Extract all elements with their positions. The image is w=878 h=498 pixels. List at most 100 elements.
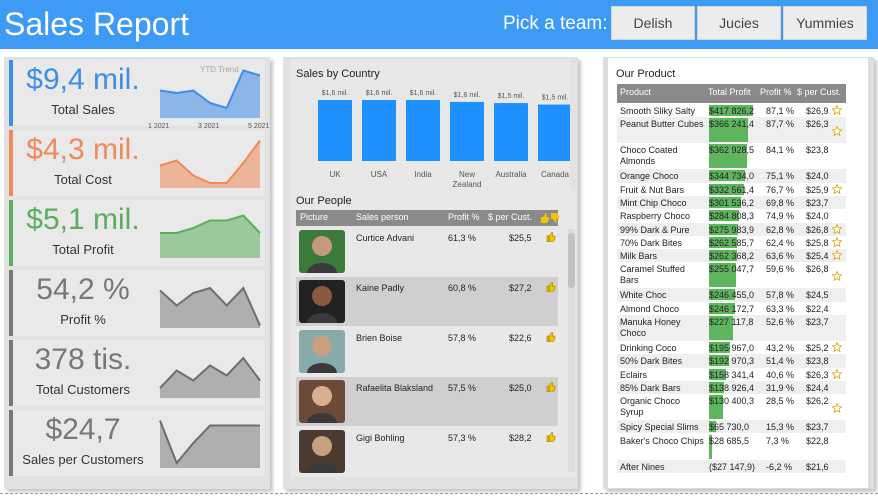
- product-name: After Nines: [620, 461, 665, 472]
- person-profit-pct: 57,3 %: [448, 433, 477, 443]
- product-row[interactable]: White Choc $246 455,0 57,8 % $24,5: [617, 288, 846, 302]
- col-total-profit[interactable]: Total Profit: [708, 87, 751, 97]
- product-total-profit: $138 926,4: [709, 382, 755, 393]
- product-row[interactable]: Peanut Butter Cubes $366 241,4 87,7 % $26,3: [617, 117, 846, 144]
- kpi-value: 54,2 %: [36, 273, 130, 306]
- product-profit-pct: 63,6 %: [766, 251, 795, 262]
- col-product[interactable]: Product: [620, 87, 651, 97]
- product-row[interactable]: Orange Choco $344 734,0 75,1 % $24,0: [617, 169, 846, 183]
- star-icon: [832, 403, 842, 414]
- person-row[interactable]: Brien Boise 57,8 % $22,6: [296, 327, 558, 376]
- star-icon: [832, 223, 842, 234]
- person-photo: [299, 380, 345, 423]
- col-per-cust[interactable]: $ per Cust.: [488, 212, 532, 222]
- kpi-card: $5,1 mil. Total Profit: [9, 200, 265, 266]
- product-row[interactable]: Eclairs $158 341,4 40,6 % $26,3: [617, 367, 846, 381]
- product-per-cust: $26,8: [806, 224, 829, 235]
- product-name: Peanut Butter Cubes: [620, 119, 704, 130]
- col-product-profit-pct[interactable]: Profit %: [760, 87, 792, 97]
- country-bar[interactable]: [318, 100, 352, 161]
- person-row[interactable]: Kaine Padly 60,8 % $27,2: [296, 277, 558, 326]
- col-profit-pct[interactable]: Profit %: [448, 212, 480, 222]
- product-row[interactable]: Almond Choco $246 172,7 63,3 % $22,4: [617, 301, 846, 315]
- product-profit-pct: 51,4 %: [766, 356, 795, 367]
- country-category-label: Zealand: [453, 180, 482, 189]
- kpi-trend-sparkline: [159, 356, 261, 398]
- person-name: Rafaelita Blaksland: [356, 383, 434, 393]
- product-row[interactable]: Milk Bars $262 368,2 63,6 % $25,4: [617, 249, 846, 263]
- kpi-value: $24,7: [45, 413, 121, 446]
- product-total-profit: $284 808,3: [709, 211, 755, 222]
- product-total-profit: $262 368,2: [709, 251, 755, 262]
- product-name: Choco Coated Almonds: [620, 145, 678, 167]
- product-row[interactable]: Organic Choco Syrup $130 400,3 28,5 % $26,2: [617, 394, 846, 421]
- kpi-label: Profit %: [60, 312, 106, 327]
- person-row[interactable]: Gigi Bohling 57,3 % $28,2: [296, 427, 558, 476]
- product-profit-pct: 62,8 %: [766, 224, 795, 235]
- team-button-delish[interactable]: Delish: [611, 6, 695, 40]
- pick-team-label: Pick a team:: [503, 13, 608, 34]
- col-picture[interactable]: Picture: [300, 212, 328, 222]
- product-name: Organic Choco Syrup: [620, 396, 681, 418]
- person-profit-pct: 57,8 %: [448, 333, 477, 343]
- person-row[interactable]: Curtice Advani 61,3 % $25,5: [296, 227, 558, 276]
- country-bar-value-label: $1,5 mil.: [542, 95, 569, 102]
- product-row[interactable]: Mint Chip Choco $301 536,2 69,8 % $23,7: [617, 195, 846, 210]
- person-name: Brien Boise: [356, 333, 403, 343]
- product-row[interactable]: After Nines ($27 147,9) -6,2 % $21,6: [617, 459, 846, 473]
- product-row[interactable]: Choco Coated Almonds $362 928,5 84,1 % $23,…: [617, 143, 846, 170]
- people-scrollbar-thumb[interactable]: [568, 233, 575, 288]
- kpi-card: 54,2 % Profit %: [9, 270, 265, 336]
- person-row[interactable]: Rafaelita Blaksland 57,5 % $25,0: [296, 377, 558, 426]
- country-bar[interactable]: [406, 100, 440, 161]
- kpi-trend-sparkline: [159, 139, 261, 188]
- product-per-cust: $23,8: [806, 356, 829, 367]
- country-bar[interactable]: [362, 100, 396, 161]
- team-button-jucies[interactable]: Jucies: [697, 6, 781, 40]
- kpi-label: Total Customers: [36, 382, 130, 397]
- our-people-table: Our People Picture Sales person Profit %…: [290, 191, 576, 477]
- kpi-trend-sparkline: [159, 420, 260, 468]
- product-row[interactable]: Manuka Honey Choco $227 117,8 52,6 % $23,7: [617, 315, 846, 341]
- product-name: Caramel Stuffed Bars: [620, 264, 685, 286]
- col-sales-person[interactable]: Sales person: [356, 212, 409, 222]
- product-row[interactable]: Drinking Coco $195 967,0 43,2 % $25,2: [617, 341, 846, 355]
- product-row[interactable]: 50% Dark Bites $192 970,3 51,4 % $23,8: [617, 354, 846, 368]
- product-name: Fruit & Nut Bars: [620, 184, 685, 195]
- thumbs-up-icon: [546, 432, 556, 442]
- product-row[interactable]: Spicy Special Slims $65 730,0 15,3 % $23,7: [617, 420, 846, 434]
- country-bar[interactable]: [538, 104, 570, 161]
- star-icon: [832, 342, 842, 352]
- product-per-cust: $26,3: [806, 119, 829, 130]
- product-profit-pct: -6,2 %: [766, 461, 793, 472]
- person-per-cust: $25,5: [509, 233, 532, 243]
- kpi-trend-area: [160, 140, 260, 188]
- product-row[interactable]: Smooth Sliky Salty $417 826,2 87,1 % $26,9: [617, 104, 846, 118]
- product-per-cust: $25,2: [806, 343, 829, 353]
- thumbs-up-icon: [546, 382, 556, 392]
- product-total-profit: $28 685,5: [709, 435, 750, 446]
- product-profit-pct: 15,3 %: [766, 422, 795, 433]
- product-profit-pct: 40,6 %: [766, 369, 795, 380]
- product-total-profit: $301 536,2: [709, 197, 755, 208]
- product-name: Manuka Honey Choco: [620, 317, 681, 338]
- country-bar-value-label: $1,6 mil.: [366, 90, 393, 97]
- product-row[interactable]: Baker's Choco Chips $28 685,5 7,3 % $22,8: [617, 433, 846, 460]
- team-button-yummies[interactable]: Yummies: [783, 6, 867, 40]
- product-row[interactable]: 70% Dark Bites $262 585,7 62,4 % $25,8: [617, 235, 846, 250]
- people-table-header: Picture Sales person Profit % $ per Cust…: [296, 210, 559, 226]
- country-bar[interactable]: [450, 101, 484, 161]
- product-profit-pct: 87,7 %: [766, 119, 795, 130]
- product-total-profit: $227 117,8: [709, 317, 754, 327]
- product-row[interactable]: 85% Dark Bars $138 926,4 31,9 % $24,4: [617, 380, 846, 395]
- col-product-per-cust[interactable]: $ per Cust.: [797, 87, 841, 97]
- thumbs-up-icon: [546, 332, 556, 342]
- product-row[interactable]: Caramel Stuffed Bars $255 047,7 59,6 % $26,…: [617, 262, 846, 289]
- country-bar[interactable]: [494, 103, 528, 161]
- product-row[interactable]: Fruit & Nut Bars $332 561,4 76,7 % $25,9: [617, 182, 846, 196]
- product-row[interactable]: 99% Dark & Pure $275 983,9 62,8 % $26,8: [617, 222, 846, 236]
- product-total-profit: $332 561,4: [709, 184, 755, 195]
- person-per-cust: $27,2: [509, 283, 532, 293]
- product-row[interactable]: Raspberry Choco $284 808,3 74,9 % $24,0: [617, 209, 846, 223]
- kpi-trend-sparkline: [159, 286, 261, 328]
